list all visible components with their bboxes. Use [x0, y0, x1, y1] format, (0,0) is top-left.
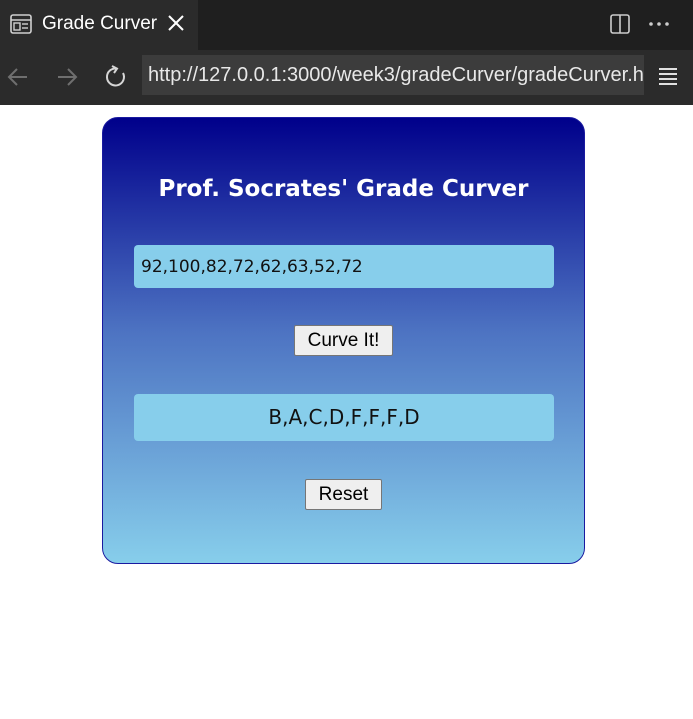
split-screen-icon[interactable] [609, 13, 631, 35]
curve-it-button[interactable]: Curve It! [294, 325, 393, 356]
address-bar[interactable]: http://127.0.0.1:3000/week3/gradeCurver/… [142, 55, 644, 95]
forward-arrow-icon[interactable] [54, 64, 80, 90]
grades-input[interactable] [134, 245, 554, 288]
reload-icon[interactable] [103, 64, 129, 90]
page-title: Prof. Socrates' Grade Curver [158, 176, 529, 202]
browser-toolbar: http://127.0.0.1:3000/week3/gradeCurver/… [0, 50, 693, 105]
browser-tab[interactable]: Grade Curver [0, 0, 198, 50]
more-icon[interactable] [647, 13, 671, 35]
hamburger-menu-icon[interactable] [657, 65, 679, 87]
page-icon [10, 14, 32, 34]
reset-button[interactable]: Reset [305, 479, 382, 510]
back-arrow-icon[interactable] [5, 64, 31, 90]
curved-grades-output: B,A,C,D,F,F,F,D [134, 394, 554, 441]
grade-curver-card: Prof. Socrates' Grade Curver Curve It! B… [102, 117, 585, 564]
close-icon[interactable] [166, 13, 186, 33]
browser-tab-bar: Grade Curver [0, 0, 693, 50]
tab-title: Grade Curver [42, 13, 158, 34]
